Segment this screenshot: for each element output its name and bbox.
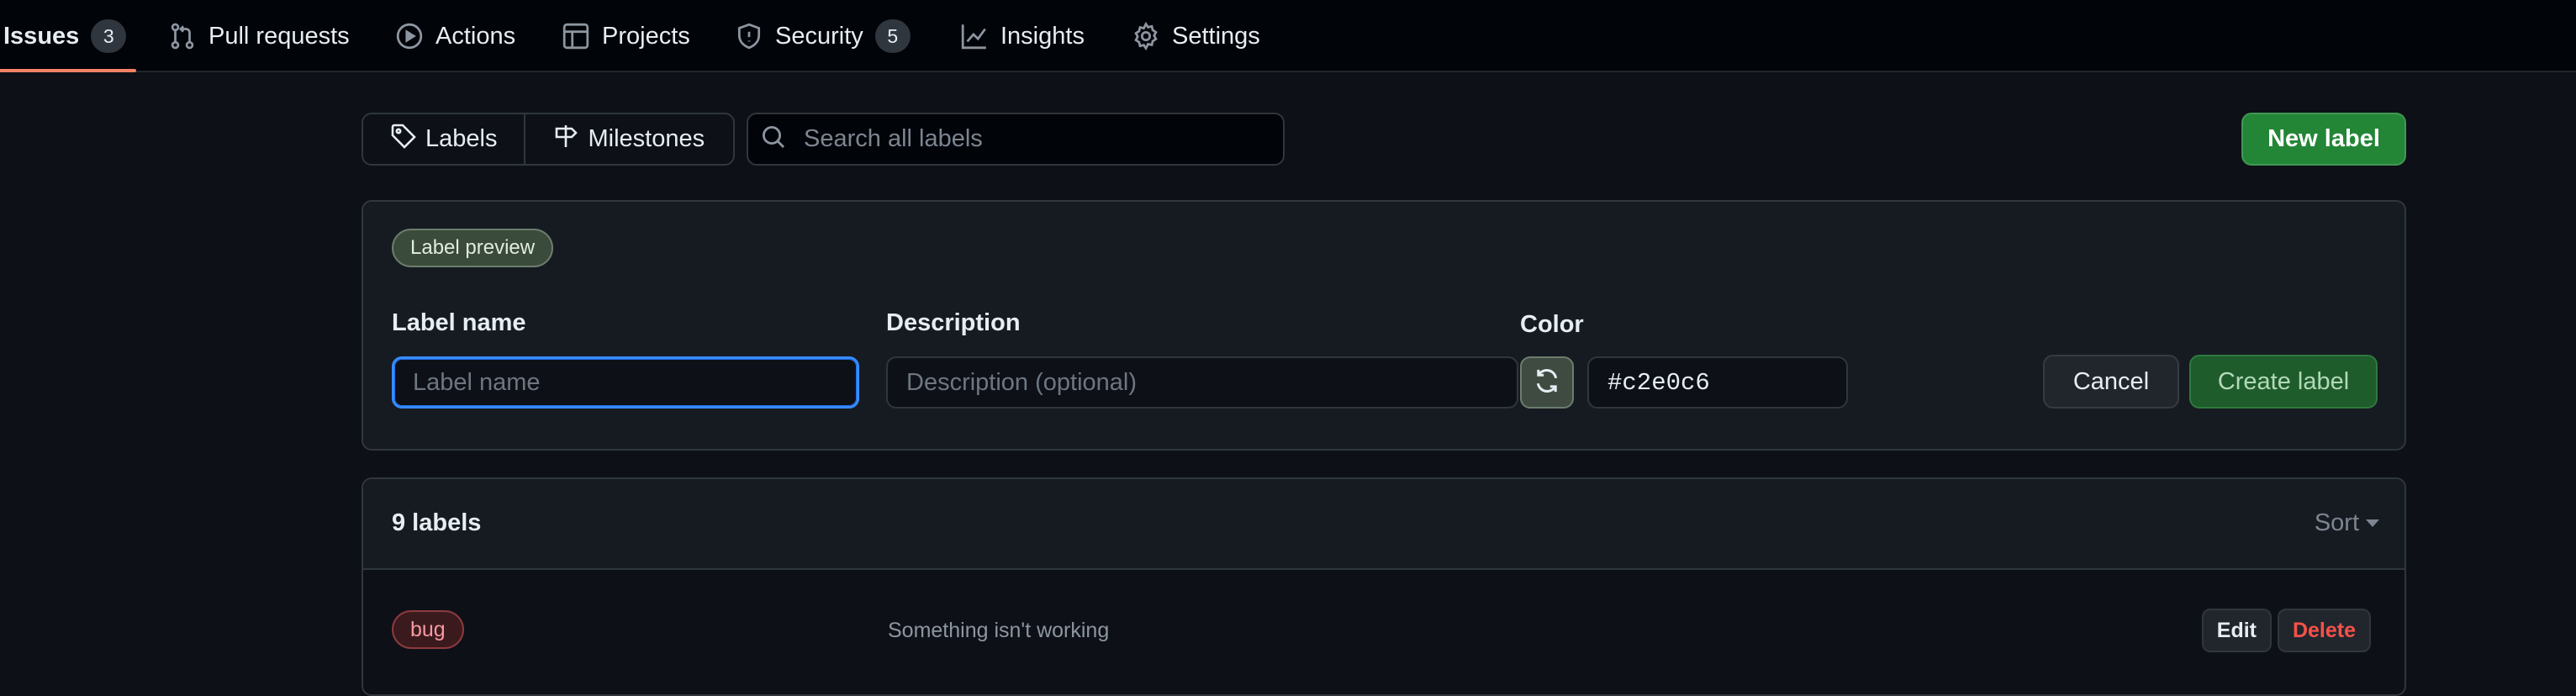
gear-icon	[1132, 22, 1160, 50]
label-row: bug Something isn't working Edit Delete	[363, 570, 2404, 671]
tag-icon	[390, 123, 417, 156]
labels-list-header: 9 labels Sort	[363, 479, 2404, 570]
tab-security[interactable]: Security 5	[735, 0, 911, 72]
label-name-heading: Label name	[392, 309, 526, 336]
randomize-color-button[interactable]	[1520, 356, 1574, 409]
color-heading: Color	[1520, 311, 1584, 338]
label-search	[747, 113, 1285, 166]
create-label-form: Label preview Label name Description Col…	[362, 200, 2406, 451]
tab-pull-requests[interactable]: Pull requests	[168, 0, 350, 72]
issues-label: Issues	[3, 22, 80, 50]
label-description: Something isn't working	[888, 619, 1110, 642]
description-input[interactable]	[886, 356, 1518, 409]
actions-label: Actions	[435, 22, 516, 50]
color-hex-input[interactable]	[1587, 356, 1848, 409]
sort-label: Sort	[2314, 509, 2359, 536]
sort-dropdown[interactable]: Sort	[2315, 509, 2379, 537]
label-name-input[interactable]	[392, 356, 859, 409]
sync-icon	[1533, 366, 1561, 399]
milestone-icon	[552, 123, 579, 156]
settings-label: Settings	[1172, 22, 1260, 50]
search-icon	[760, 124, 787, 155]
edit-label-button[interactable]: Edit	[2201, 609, 2272, 652]
tab-projects[interactable]: Projects	[562, 0, 690, 72]
description-heading: Description	[886, 309, 1021, 336]
git-pull-request-icon	[168, 22, 197, 50]
play-icon	[395, 22, 424, 50]
labels-tab-label: Labels	[425, 125, 498, 152]
table-icon	[562, 22, 590, 50]
insights-label: Insights	[1000, 22, 1085, 50]
pull-requests-label: Pull requests	[209, 22, 350, 50]
issues-counter: 3	[91, 19, 127, 53]
delete-label-button[interactable]: Delete	[2277, 609, 2371, 652]
projects-label: Projects	[602, 22, 690, 50]
shield-icon	[735, 22, 763, 50]
repo-nav: Issues 3 Pull requests Actions Projects …	[0, 0, 2576, 72]
caret-down-icon	[2366, 519, 2379, 527]
search-input[interactable]	[802, 124, 1273, 154]
cancel-button[interactable]: Cancel	[2043, 355, 2179, 409]
tab-insights[interactable]: Insights	[960, 0, 1085, 72]
label-preview: Label preview	[392, 229, 554, 267]
labels-milestones-subnav: Labels Milestones	[362, 113, 735, 166]
milestones-tab[interactable]: Milestones	[524, 114, 731, 164]
tab-actions[interactable]: Actions	[395, 0, 515, 72]
label-pill[interactable]: bug	[392, 610, 464, 649]
graph-icon	[960, 22, 989, 50]
labels-tab[interactable]: Labels	[363, 114, 524, 164]
tab-settings[interactable]: Settings	[1132, 0, 1260, 72]
new-label-button[interactable]: New label	[2241, 113, 2406, 166]
security-label: Security	[775, 22, 863, 50]
tab-issues[interactable]: Issues 3	[0, 0, 137, 72]
create-label-button[interactable]: Create label	[2189, 355, 2378, 409]
labels-count: 9 labels	[392, 509, 482, 536]
security-counter: 5	[874, 19, 911, 53]
milestones-tab-label: Milestones	[588, 125, 705, 152]
labels-list: 9 labels Sort bug Something isn't workin…	[362, 477, 2406, 696]
